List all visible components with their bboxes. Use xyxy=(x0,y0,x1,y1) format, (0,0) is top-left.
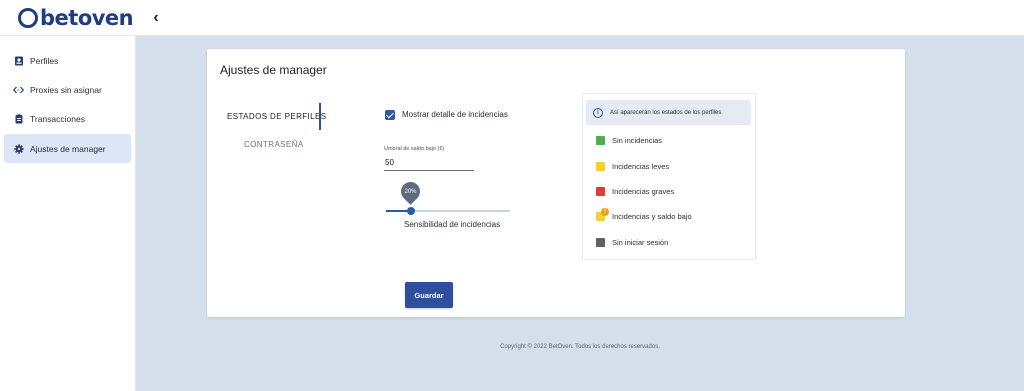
sidebar-item-label: Transacciones xyxy=(30,113,85,124)
betoven-logo[interactable]: betoven xyxy=(18,5,134,31)
sensitivity-slider-track[interactable] xyxy=(386,210,510,212)
settings-card: Ajustes de manager ESTADOS DE PERFILES C… xyxy=(207,49,905,317)
sidebar-item-perfiles[interactable]: Perfiles xyxy=(4,46,131,75)
legend-item: Incidencias graves xyxy=(596,185,674,197)
status-swatch-red xyxy=(596,186,605,196)
legend-header: i Así aparecerán los estados de los perf… xyxy=(586,100,751,125)
sidebar-item-label: Perfiles xyxy=(30,55,59,66)
status-swatch-gray xyxy=(596,237,605,247)
sidebar-item-transacciones[interactable]: Transacciones xyxy=(4,104,131,133)
sidebar-item-label: Proxies sin asignar xyxy=(30,84,102,95)
sidebar-item-ajustes[interactable]: Ajustes de manager xyxy=(4,134,131,163)
legend-item-label: Sin iniciar sesión xyxy=(612,237,669,247)
legend-item: Sin incidencias xyxy=(596,134,662,146)
show-details-checkbox[interactable] xyxy=(385,110,395,120)
legend-header-text: Así aparecerán los estados de los perfil… xyxy=(610,109,722,116)
status-swatch-yellow xyxy=(596,161,605,171)
top-bar: betoven ‹ xyxy=(0,0,1024,36)
logo-ring-icon xyxy=(18,8,38,28)
sidebar-item-proxies[interactable]: Proxies sin asignar xyxy=(4,75,131,104)
legend-item: Incidencias leves xyxy=(596,160,669,172)
legend-item-label: Incidencias y saldo bajo xyxy=(612,211,692,221)
sensitivity-slider-thumb[interactable] xyxy=(406,207,415,215)
sensitivity-value-bubble: 20% xyxy=(397,178,425,205)
threshold-label: Umbral de saldo bajo (€) xyxy=(384,146,445,152)
legend-item-label: Incidencias graves xyxy=(612,186,675,196)
active-tab-indicator xyxy=(319,103,321,130)
clipboard-icon xyxy=(13,113,24,124)
status-swatch-yellow-badge: ! xyxy=(596,207,609,221)
warning-badge-icon: ! xyxy=(601,207,609,216)
legend-item: Sin iniciar sesión xyxy=(596,236,668,248)
legend-item-label: Sin incidencias xyxy=(612,135,663,145)
threshold-input[interactable] xyxy=(384,155,474,171)
legend-item-label: Incidencias leves xyxy=(612,161,670,171)
sensitivity-value-text: 20% xyxy=(404,188,417,195)
status-legend-panel: i Así aparecerán los estados de los perf… xyxy=(582,93,756,260)
sidebar: Perfiles Proxies sin asignar Transaccion… xyxy=(0,36,136,391)
id-card-icon xyxy=(13,55,24,66)
footer-copyright: Copyright © 2022 BetOven. Todos los dere… xyxy=(500,344,660,350)
show-details-label: Mostrar detalle de incidencias xyxy=(402,110,508,119)
legend-item: ! Incidencias y saldo bajo xyxy=(596,207,692,222)
chevron-left-icon[interactable]: ‹ xyxy=(147,9,165,27)
info-icon: i xyxy=(593,107,603,118)
page-title: Ajustes de manager xyxy=(220,63,327,77)
save-button[interactable]: Guardar xyxy=(405,282,453,308)
sensitivity-label: Sensibilidad de incidencias xyxy=(404,220,501,229)
sidebar-item-label: Ajustes de manager xyxy=(30,143,106,154)
gear-icon xyxy=(13,143,24,154)
tab-contrasena[interactable]: CONTRASEÑA xyxy=(244,140,304,149)
logo-text: betoven xyxy=(40,6,134,30)
tab-estados-de-perfiles[interactable]: ESTADOS DE PERFILES xyxy=(227,112,326,121)
status-swatch-green xyxy=(596,135,605,145)
code-arrows-icon xyxy=(13,84,24,95)
